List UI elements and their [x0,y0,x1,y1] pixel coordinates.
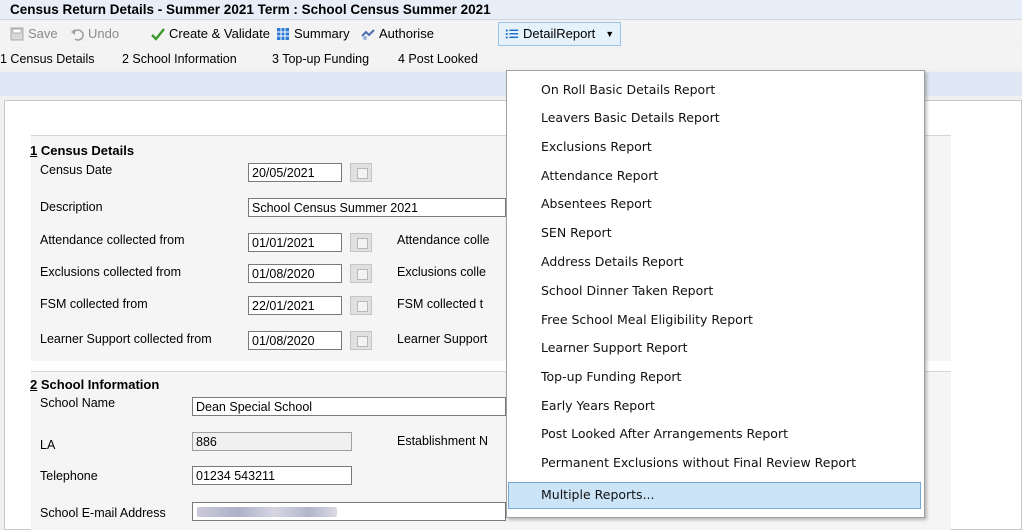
exclusions-from-label: Exclusions collected from [40,265,182,279]
menu-item[interactable]: On Roll Basic Details Report [541,82,715,97]
menu-item[interactable]: Attendance Report [541,168,658,183]
attendance-from-calendar-icon[interactable] [350,233,372,252]
undo-button[interactable]: Undo [70,24,119,44]
summary-button[interactable]: Summary [276,24,350,44]
la-field: 886 [192,432,352,451]
list-icon [505,29,519,39]
description-label: Description [40,200,103,214]
la-label: LA [40,438,56,452]
menu-item[interactable]: Top-up Funding Report [541,369,681,384]
check-icon [151,28,165,41]
learner-support-from-calendar-icon[interactable] [350,331,372,350]
census-date-label: Census Date [40,163,113,177]
email-label: School E-mail Address [40,506,166,520]
menu-item[interactable]: Permanent Exclusions without Final Revie… [541,455,856,470]
telephone-field[interactable]: 01234 543211 [192,466,352,485]
detail-report-menu: On Roll Basic Details Report Leavers Basi… [506,70,925,518]
menu-item[interactable]: Address Details Report [541,254,684,269]
save-button[interactable]: Save [10,24,58,44]
fsm-from-label: FSM collected from [40,297,148,311]
chevron-down-icon: ▼ [605,29,615,39]
section-tabs: 1 Census Details 2 School Information 3 … [0,48,1022,70]
undo-icon [71,29,84,41]
tab-census-details[interactable]: 1 Census Details [0,48,95,70]
attendance-to-label: Attendance colle [397,233,490,247]
menu-item[interactable]: Early Years Report [541,398,655,413]
tab-top-up-funding[interactable]: 3 Top-up Funding [272,48,369,70]
census-date-calendar-icon[interactable] [350,163,372,182]
window-title: Census Return Details - Summer 2021 Term… [0,0,1022,20]
school-name-label: School Name [40,396,116,410]
authorise-button[interactable]: Authorise [361,24,434,44]
summary-grid-icon [277,28,289,40]
menu-item[interactable]: Post Looked After Arrangements Report [541,426,788,441]
redacted-email [197,507,337,517]
fsm-from-field[interactable]: 22/01/2021 [248,296,342,315]
menu-item[interactable]: School Dinner Taken Report [541,283,713,298]
fsm-to-label: FSM collected t [397,297,484,311]
school-information-title: 2 School Information [30,377,160,392]
email-field[interactable] [192,502,506,521]
tab-school-information[interactable]: 2 School Information [122,48,237,70]
tab-post-looked[interactable]: 4 Post Looked [398,48,478,70]
exclusions-from-calendar-icon[interactable] [350,264,372,283]
menu-item[interactable]: Free School Meal Eligibility Report [541,312,753,327]
learner-support-from-field[interactable]: 01/08/2020 [248,331,342,350]
detail-report-button[interactable]: DetailReport ▼ [498,22,622,46]
exclusions-from-field[interactable]: 01/08/2020 [248,264,342,283]
learner-support-from-label: Learner Support collected from [40,332,212,346]
attendance-from-field[interactable]: 01/01/2021 [248,233,342,252]
establishment-label: Establishment N [397,434,489,448]
census-details-title: 1 Census Details [30,143,135,158]
fsm-from-calendar-icon[interactable] [350,296,372,315]
census-date-field[interactable]: 20/05/2021 [248,163,342,182]
menu-item[interactable]: Multiple Reports... [541,487,655,502]
telephone-label: Telephone [40,469,98,483]
description-field[interactable]: School Census Summer 2021 [248,198,506,217]
attendance-from-label: Attendance collected from [40,233,185,247]
toolbar: Save Undo Create & Validate Summary Auth… [0,21,1022,47]
save-icon [10,27,24,41]
menu-item[interactable]: Learner Support Report [541,340,688,355]
menu-item[interactable]: Leavers Basic Details Report [541,110,720,125]
menu-item[interactable]: Exclusions Report [541,139,652,154]
menu-item[interactable]: SEN Report [541,225,612,240]
school-name-field[interactable]: Dean Special School [192,397,506,416]
exclusions-to-label: Exclusions colle [397,265,486,279]
create-validate-button[interactable]: Create & Validate [151,24,270,44]
learner-support-to-label: Learner Support [397,332,488,346]
authorise-icon [361,29,375,40]
menu-item[interactable]: Absentees Report [541,196,652,211]
